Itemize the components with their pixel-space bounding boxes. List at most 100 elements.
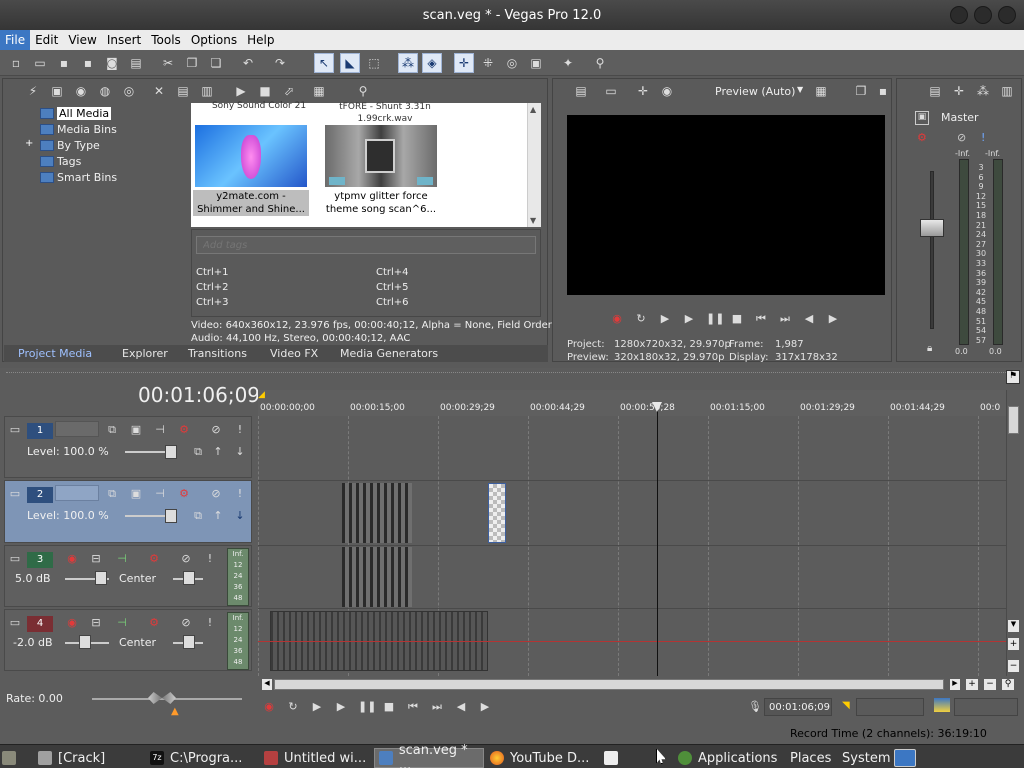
render-icon[interactable]: ◙ [102,53,122,73]
meters-icon[interactable]: ▥ [997,81,1017,101]
tab-project-media[interactable]: Project Media [18,347,92,360]
track-collapse-icon[interactable]: ▭ [8,423,22,437]
time-ruler[interactable]: ◢ 00:00:00;00 00:00:15;00 00:00:29;29 00… [258,390,1006,416]
media-properties-icon[interactable]: ▤ [173,81,193,101]
scroll-up-icon[interactable]: ▲ [530,105,536,114]
tag-shortcut[interactable]: Ctrl+6 [376,297,409,308]
mute-icon[interactable]: ⊘ [209,423,223,437]
master-fx-icon[interactable]: ✛ [949,81,969,101]
track-fx-icon[interactable]: ▣ [129,423,143,437]
add-tags-input[interactable] [196,236,536,254]
loop-icon[interactable]: ↻ [634,312,648,326]
mixer-properties-icon[interactable]: ▤ [925,81,945,101]
clean-icon[interactable]: ✦ [558,53,578,73]
menu-tools[interactable]: Tools [146,30,186,50]
solo-icon[interactable]: ! [203,616,217,630]
track-name-field[interactable] [55,421,99,437]
vegas-launcher[interactable] [894,748,922,768]
volume-slider-handle[interactable] [79,635,91,649]
zoom-in-icon[interactable]: + [1008,638,1019,650]
volume-slider-handle[interactable] [95,571,107,585]
menu-view[interactable]: View [63,30,101,50]
menu-options[interactable]: Options [186,30,242,50]
level-slider-handle[interactable] [165,509,177,523]
arm-record-icon[interactable]: ◉ [65,616,79,630]
play-icon[interactable]: ▶ [334,700,348,714]
places-menu[interactable]: Places [790,748,831,768]
cursor-time-field[interactable]: 00:01:06;09 [764,698,832,716]
volume-envelope-line[interactable] [258,641,1006,642]
previous-frame-icon[interactable]: ◀ [454,700,468,714]
make-compositing-parent-icon[interactable]: ↓ [233,445,247,459]
scroll-right-icon[interactable]: ▶ [950,679,960,690]
tag-shortcut[interactable]: Ctrl+1 [196,267,229,278]
make-compositing-child-icon[interactable]: ↑ [211,509,225,523]
compositing-mode-icon[interactable]: ⊣ [153,487,167,501]
playhead-cursor[interactable] [657,404,658,676]
track-header-2[interactable]: ▭ 2 ⧉ ▣ ⊣ ⚙ ⊘ ! Level: 100.0 % ⧉ ↑ ↓ [4,480,252,543]
tree-item-by-type[interactable]: By Type [40,137,100,153]
dock-handle[interactable] [6,372,1018,376]
track-collapse-icon[interactable]: ▭ [8,487,22,501]
show-desktop-icon[interactable] [2,748,22,768]
taskbar-item-youtube[interactable]: YouTube D... [490,748,596,768]
downmix-icon[interactable]: ⁂ [973,81,993,101]
zoom-tool-icon[interactable]: ▣ [526,53,546,73]
timeline-vscrollbar[interactable]: ▼ + − [1006,390,1020,676]
invert-phase-icon[interactable]: ⊟ [89,552,103,566]
whats-this-icon[interactable]: ⚲ [590,53,610,73]
pan-slider-handle[interactable] [183,635,195,649]
track-name-field[interactable] [55,485,99,501]
track-gear-icon[interactable]: ⚙ [177,487,191,501]
arm-record-icon[interactable]: ◉ [65,552,79,566]
tree-item-tags[interactable]: Tags [40,153,81,169]
solo-icon[interactable]: ! [203,552,217,566]
play-from-start-icon[interactable]: ▶ [310,700,324,714]
track-header-3[interactable]: ▭ 3 ◉ ⊟ ⊣ ⚙ ⊘ ! 5.0 dB Center Inf. 12 24 36… [4,545,252,607]
hscroll-thumb[interactable] [274,679,944,690]
taskbar-item-7zip[interactable]: 7z C:\Progra... [150,748,254,768]
capture-video-icon[interactable]: ▣ [47,81,67,101]
play-from-start-icon[interactable]: ▶ [658,312,672,326]
media-item[interactable]: y2mate.com - Shimmer and Shine... [193,125,309,216]
scroll-down-icon[interactable]: ▼ [1008,620,1019,632]
import-media-icon[interactable]: ⚡ [23,81,43,101]
zoom-tool-icon[interactable]: ⚲ [1002,679,1014,690]
track-motion-icon[interactable]: ⧉ [105,423,119,437]
video-event[interactable] [488,483,506,543]
cut-icon[interactable]: ✂ [158,53,178,73]
media-fx-icon[interactable]: ▥ [197,81,217,101]
make-compositing-parent-icon[interactable]: ↓ [233,509,247,523]
lock-icon[interactable]: 🔒︎ [927,343,932,354]
scroll-down-icon[interactable]: ▼ [530,216,536,225]
paste-icon[interactable]: ❏ [206,53,226,73]
solo-icon[interactable]: ! [233,487,247,501]
invert-phase-icon[interactable]: ⊟ [89,616,103,630]
tree-item-smart-bins[interactable]: Smart Bins [40,169,117,185]
go-to-start-icon[interactable]: ⏮ [754,312,768,326]
go-to-end-icon[interactable]: ⏭ [430,700,444,714]
audio-event[interactable] [342,547,412,607]
go-to-start-icon[interactable]: ⏮ [406,700,420,714]
taskbar-item-window[interactable] [604,748,624,768]
track-motion-icon[interactable]: ⧉ [105,487,119,501]
normal-edit-tool-icon[interactable]: ↖ [314,53,334,73]
track-gear-icon[interactable]: ⚙ [177,423,191,437]
loop-region-marker[interactable]: ◢ [258,390,265,400]
rate-slider-handle[interactable] [148,692,176,704]
track-fx-icon[interactable]: ⊣ [115,616,129,630]
vscroll-thumb[interactable] [1008,406,1019,434]
menu-help[interactable]: Help [242,30,279,50]
system-menu[interactable]: System [842,748,890,768]
save-as-icon[interactable]: ▪ [78,53,98,73]
scroll-left-icon[interactable]: ◀ [262,679,272,690]
next-frame-icon[interactable]: ▶ [826,312,840,326]
preview-properties-icon[interactable]: ▤ [571,81,591,101]
redo-icon[interactable]: ↷ [270,53,290,73]
master-fader-handle[interactable] [920,219,944,237]
selection-end-field[interactable] [856,698,924,716]
master-fx-button[interactable]: ⚙ [917,131,927,144]
close-button[interactable] [998,6,1016,24]
expand-icon[interactable]: + [25,139,35,149]
media-grid-scrollbar[interactable]: ▲ ▼ [527,103,541,227]
